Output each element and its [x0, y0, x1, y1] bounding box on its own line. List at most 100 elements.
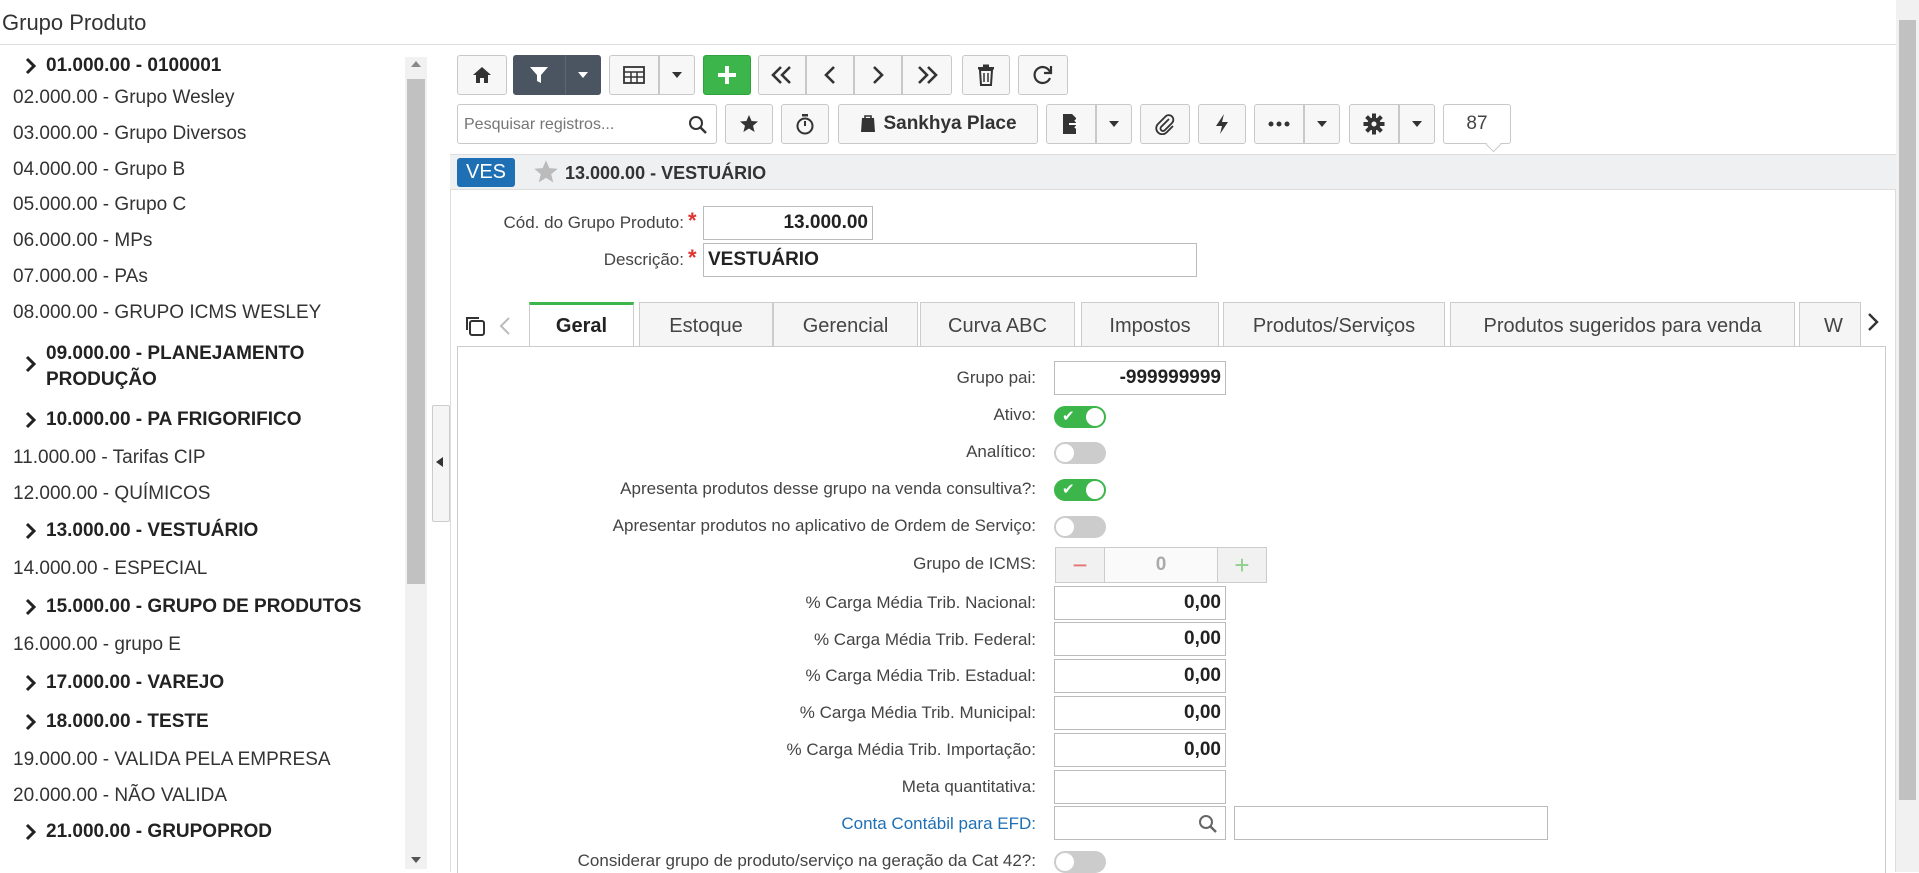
- settings-dropdown-button[interactable]: [1399, 104, 1435, 144]
- search-icon[interactable]: [688, 115, 708, 135]
- more-options-dropdown-button[interactable]: [1304, 104, 1340, 144]
- actions-button[interactable]: [1198, 104, 1246, 144]
- more-options-button[interactable]: [1254, 104, 1304, 144]
- trib-estadual-field[interactable]: 0,00: [1054, 659, 1226, 693]
- filter-button[interactable]: [513, 55, 565, 95]
- meta-quantitativa-field[interactable]: [1054, 770, 1226, 804]
- page-scrollbar[interactable]: [1896, 0, 1919, 872]
- tree-item[interactable]: 12.000.00 - QUÍMICOS: [13, 483, 210, 513]
- tree-item[interactable]: 18.000.00 - TESTE: [22, 711, 209, 741]
- tab-geral[interactable]: Geral: [529, 302, 634, 350]
- expand-chevron-icon[interactable]: [22, 598, 40, 616]
- last-record-button[interactable]: [902, 55, 952, 95]
- expand-chevron-icon[interactable]: [22, 411, 40, 429]
- export-dropdown-button[interactable]: [1096, 104, 1132, 144]
- tab-impostos[interactable]: Impostos: [1081, 302, 1219, 348]
- delete-button[interactable]: [962, 55, 1010, 95]
- tab-gerencial[interactable]: Gerencial: [773, 302, 918, 348]
- tree-item[interactable]: 03.000.00 - Grupo Diversos: [13, 123, 246, 153]
- search-field[interactable]: [457, 104, 717, 144]
- expand-chevron-icon[interactable]: [22, 355, 40, 373]
- tree-item[interactable]: 20.000.00 - NÃO VALIDA: [13, 785, 227, 815]
- tree-item[interactable]: 21.000.00 - GRUPOPROD: [22, 821, 272, 851]
- tab-scroll-right-icon[interactable]: [1866, 312, 1880, 332]
- tree-item[interactable]: 17.000.00 - VAREJO: [22, 672, 224, 702]
- venda-consultiva-label: Apresenta produtos desse grupo na venda …: [620, 479, 1036, 498]
- tree-item[interactable]: 15.000.00 - GRUPO DE PRODUTOS: [22, 596, 361, 626]
- grid-view-button[interactable]: [609, 55, 659, 95]
- page-scroll-thumb[interactable]: [1899, 20, 1916, 800]
- scroll-up-icon[interactable]: [411, 61, 421, 67]
- analitico-toggle[interactable]: [1054, 442, 1106, 464]
- tree-item[interactable]: 11.000.00 - Tarifas CIP: [13, 447, 206, 477]
- tree-item[interactable]: 16.000.00 - grupo E: [13, 634, 181, 664]
- conta-contabil-link[interactable]: Conta Contábil para EFD:: [841, 814, 1036, 834]
- scroll-thumb[interactable]: [407, 79, 425, 584]
- expand-chevron-icon[interactable]: [22, 674, 40, 692]
- tab-curva-abc[interactable]: Curva ABC: [920, 302, 1075, 348]
- next-record-button[interactable]: [854, 55, 902, 95]
- add-record-button[interactable]: [703, 55, 751, 95]
- grupo-icms-value[interactable]: 0: [1105, 547, 1217, 583]
- tree-item[interactable]: 08.000.00 - GRUPO ICMS WESLEY: [13, 302, 321, 332]
- expand-chevron-icon[interactable]: [22, 522, 40, 540]
- tab-scroll-left-icon[interactable]: [498, 316, 512, 336]
- tree-item[interactable]: 06.000.00 - MPs: [13, 230, 152, 260]
- tree-scrollbar[interactable]: [405, 57, 427, 869]
- grupo-pai-field[interactable]: -999999999: [1054, 361, 1226, 395]
- ativo-toggle[interactable]: ✔: [1054, 406, 1106, 428]
- tree-item[interactable]: 05.000.00 - Grupo C: [13, 194, 186, 224]
- home-button[interactable]: [457, 55, 507, 95]
- ordem-servico-toggle[interactable]: [1054, 516, 1106, 538]
- previous-record-button[interactable]: [806, 55, 854, 95]
- favorite-star-icon[interactable]: [533, 159, 559, 185]
- first-record-button[interactable]: [758, 55, 806, 95]
- tree-item[interactable]: 04.000.00 - Grupo B: [13, 159, 185, 189]
- expand-chevron-icon[interactable]: [22, 823, 40, 841]
- tab-overflow[interactable]: W: [1799, 302, 1861, 348]
- tree-item[interactable]: 10.000.00 - PA FRIGORIFICO: [22, 409, 302, 439]
- tree-item[interactable]: 14.000.00 - ESPECIAL: [13, 558, 207, 588]
- increment-button[interactable]: +: [1217, 547, 1267, 583]
- settings-button[interactable]: [1349, 104, 1399, 144]
- meta-quantitativa-label: Meta quantitativa:: [901, 777, 1036, 796]
- grupo-icms-stepper[interactable]: − 0 +: [1055, 547, 1268, 583]
- decrement-button[interactable]: −: [1055, 547, 1105, 583]
- tree-item[interactable]: 01.000.00 - 0100001: [22, 55, 221, 85]
- tree-item[interactable]: 09.000.00 - PLANEJAMENTO PRODUÇÃO: [22, 341, 346, 390]
- collapse-left-icon[interactable]: [436, 457, 443, 467]
- tree-item[interactable]: 13.000.00 - VESTUÁRIO: [22, 520, 258, 550]
- tree-item[interactable]: 02.000.00 - Grupo Wesley: [13, 87, 234, 117]
- copy-icon[interactable]: [463, 314, 487, 338]
- refresh-button[interactable]: [1018, 55, 1068, 95]
- tab-produtos-servicos[interactable]: Produtos/Serviços: [1223, 302, 1445, 348]
- venda-consultiva-toggle[interactable]: ✔: [1054, 479, 1106, 501]
- scroll-down-icon[interactable]: [411, 857, 421, 863]
- tab-produtos-sugeridos[interactable]: Produtos sugeridos para venda: [1450, 302, 1795, 348]
- grid-view-dropdown-button[interactable]: [659, 55, 695, 95]
- export-button[interactable]: [1046, 104, 1096, 144]
- timer-button[interactable]: [781, 104, 829, 144]
- group-tree[interactable]: 01.000.00 - 0100001 02.000.00 - Grupo Wes…: [0, 45, 428, 872]
- cat42-toggle[interactable]: [1054, 851, 1106, 873]
- expand-chevron-icon[interactable]: [22, 713, 40, 731]
- trib-nacional-field[interactable]: 0,00: [1054, 586, 1226, 620]
- tree-item[interactable]: 07.000.00 - PAs: [13, 266, 148, 296]
- tree-item-label: 16.000.00 - grupo E: [13, 634, 181, 655]
- trib-importacao-label: % Carga Média Trib. Importação:: [786, 740, 1036, 759]
- sankhya-place-button[interactable]: Sankhya Place: [838, 104, 1038, 144]
- trib-importacao-field[interactable]: 0,00: [1054, 733, 1226, 767]
- cod-grupo-field[interactable]: 13.000.00: [703, 206, 873, 240]
- trib-municipal-field[interactable]: 0,00: [1054, 696, 1226, 730]
- expand-chevron-icon[interactable]: [22, 57, 40, 75]
- favorites-button[interactable]: [725, 104, 773, 144]
- trib-federal-field[interactable]: 0,00: [1054, 622, 1226, 656]
- collapse-panel-handle[interactable]: [432, 405, 450, 522]
- descricao-field[interactable]: VESTUÁRIO: [703, 243, 1197, 277]
- filter-dropdown-button[interactable]: [565, 55, 601, 95]
- attachment-button[interactable]: [1140, 104, 1190, 144]
- tree-item[interactable]: 19.000.00 - VALIDA PELA EMPRESA: [13, 749, 331, 779]
- tab-estoque[interactable]: Estoque: [639, 302, 773, 348]
- search-input[interactable]: [462, 111, 686, 139]
- search-icon[interactable]: [1198, 814, 1218, 834]
